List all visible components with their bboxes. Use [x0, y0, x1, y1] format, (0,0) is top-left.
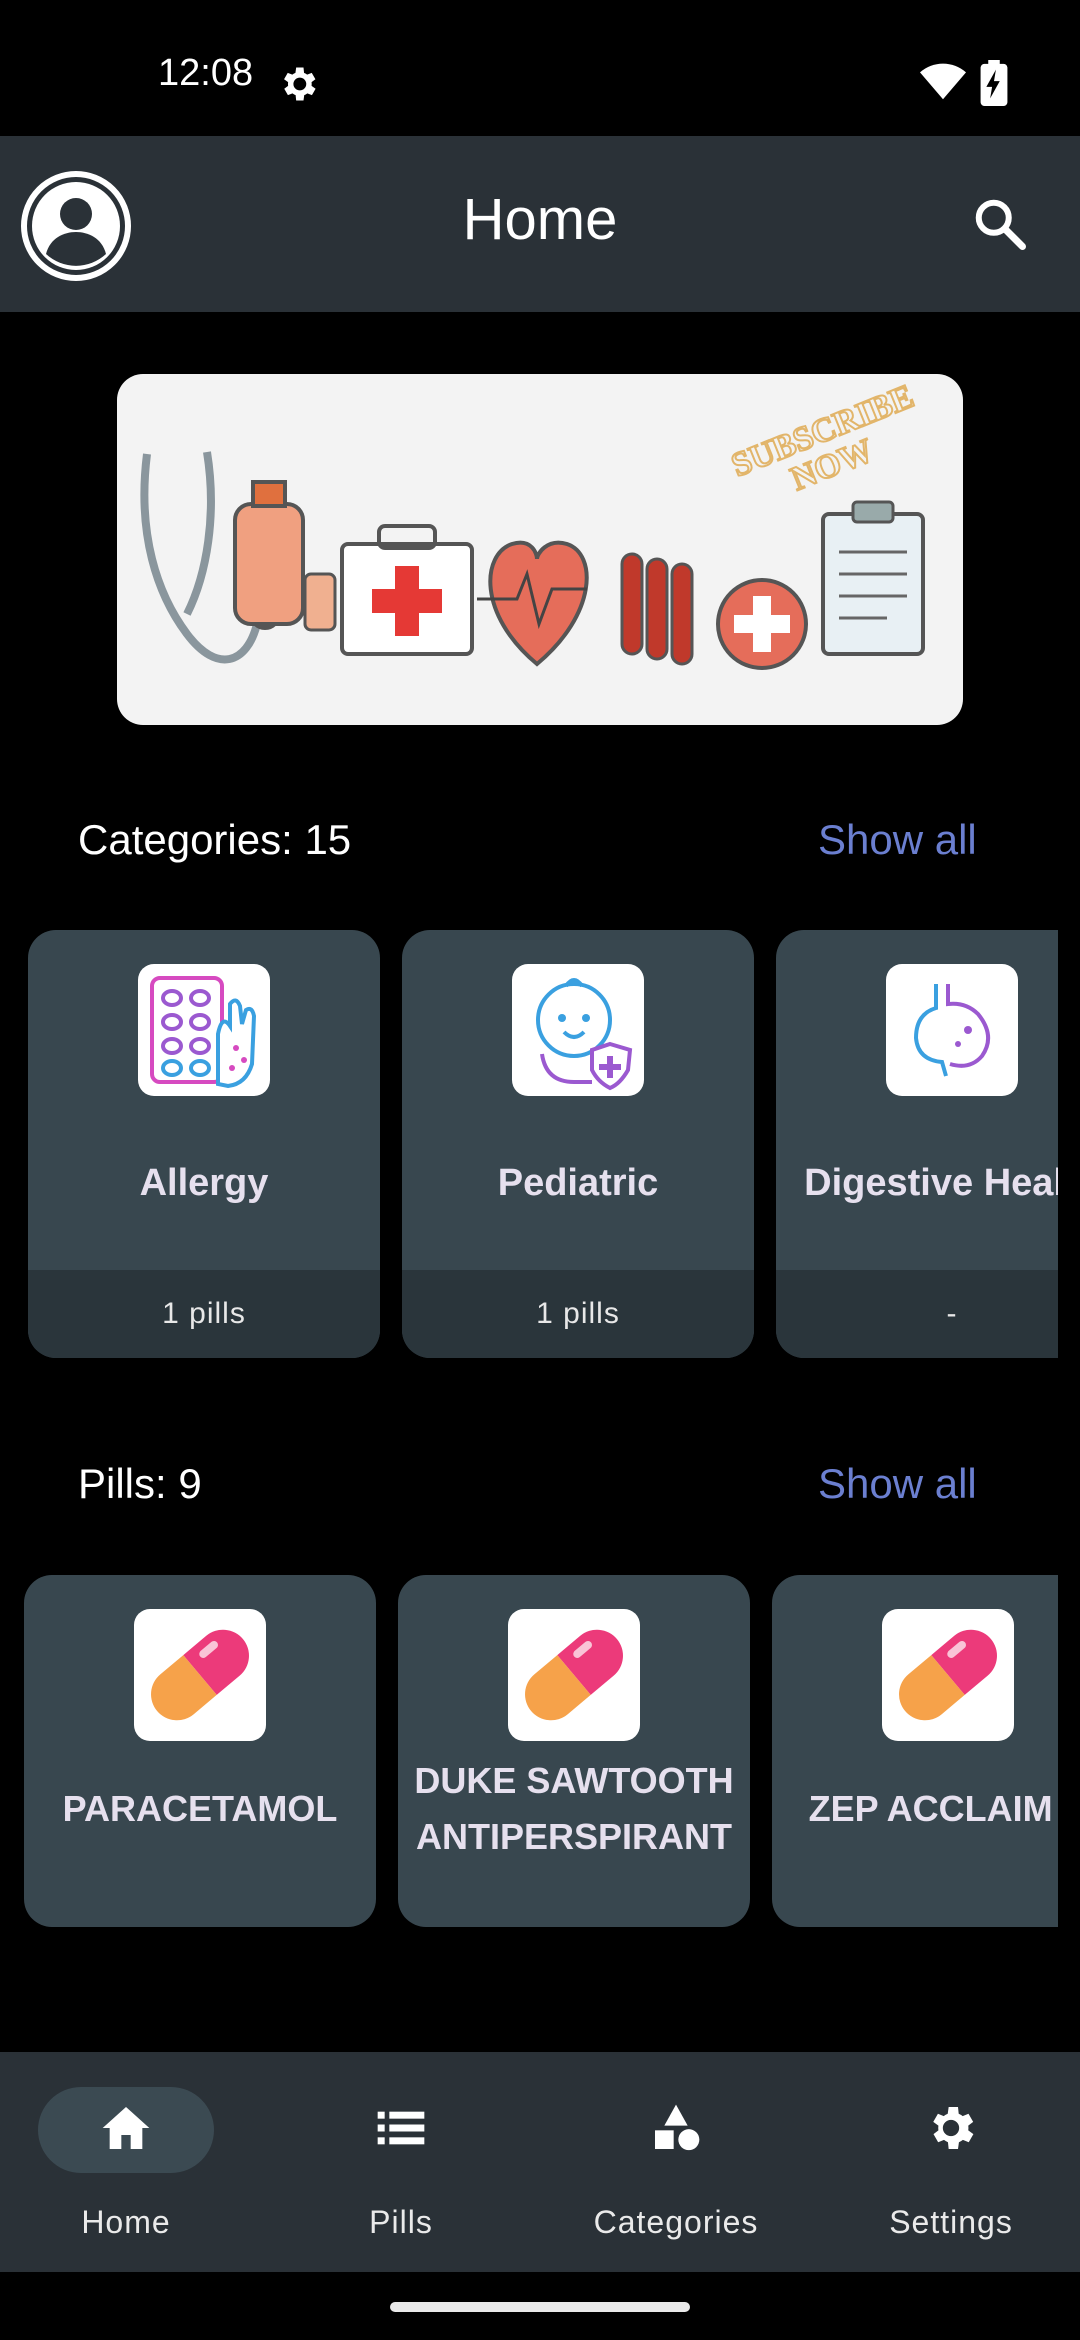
- pill-card-paracetamol[interactable]: PARACETAMOL: [24, 1575, 376, 1927]
- pill-card-clip: ZEP ACCLAIM A: [772, 1575, 1058, 1927]
- category-name: Allergy: [139, 1162, 269, 1204]
- nav-item-categories[interactable]: Categories: [541, 2052, 811, 2272]
- nav-item-pills[interactable]: Pills: [266, 2052, 536, 2272]
- category-name: Digestive Health: [804, 1162, 1058, 1204]
- gesture-handle[interactable]: [390, 2302, 690, 2312]
- search-icon[interactable]: [970, 194, 1030, 254]
- pill-name-line1: DUKE SAWTOOTH: [414, 1760, 734, 1801]
- nav-item-settings[interactable]: Settings: [816, 2052, 1080, 2272]
- categories-section-title: Categories: 15: [78, 816, 352, 863]
- pill-card-zep-acclaim[interactable]: ZEP ACCLAIM A: [772, 1575, 1058, 1927]
- category-card-pediatric[interactable]: Pediatric 1 pills: [402, 930, 754, 1358]
- nav-item-home[interactable]: Home: [0, 2052, 261, 2272]
- shapes-icon: [655, 2104, 700, 2151]
- gear-status-icon: [284, 67, 316, 101]
- list-icon: [377, 2111, 425, 2145]
- pill-name: ZEP ACCLAIM A: [808, 1788, 1058, 1829]
- pill-name-line2: ANTIPERSPIRANT: [415, 1816, 733, 1857]
- pill-name: PARACETAMOL: [62, 1788, 338, 1829]
- category-pill-count: -: [776, 1270, 1058, 1358]
- home-icon: [102, 2107, 150, 2149]
- pediatric-icon: [512, 964, 644, 1096]
- category-card-allergy[interactable]: Allergy 1 pills: [28, 930, 380, 1358]
- capsule-icon: [134, 1609, 266, 1741]
- promo-banner[interactable]: SUBSCRIBE NOW: [117, 374, 963, 725]
- pill-card-duke-sawtooth[interactable]: DUKE SAWTOOTH ANTIPERSPIRANT: [398, 1575, 750, 1927]
- digestive-icon: [886, 964, 1018, 1096]
- category-pill-count: 1 pills: [402, 1270, 754, 1358]
- capsule-icon: [882, 1609, 1014, 1741]
- wifi-icon: [920, 63, 966, 100]
- category-card-digestive-health[interactable]: Digestive Health -: [776, 930, 1058, 1358]
- category-name: Pediatric: [497, 1162, 659, 1204]
- nav-label-home: Home: [81, 2204, 171, 2240]
- battery-charging-icon: [980, 60, 1008, 106]
- medical-illustration-icon: SUBSCRIBE NOW: [140, 377, 925, 670]
- capsule-icon: [508, 1609, 640, 1741]
- category-pill-count: 1 pills: [28, 1270, 380, 1358]
- gear-icon: [933, 2107, 974, 2149]
- categories-show-all-link[interactable]: Show all: [818, 816, 977, 864]
- status-time: 12:08: [158, 52, 254, 94]
- category-card-clip: Digestive Health -: [776, 930, 1058, 1358]
- allergy-icon: [138, 964, 270, 1096]
- nav-label-categories: Categories: [593, 2204, 759, 2240]
- page-title: Home: [462, 187, 618, 252]
- pills-section-title: Pills: 9: [78, 1460, 202, 1507]
- pills-show-all-link[interactable]: Show all: [818, 1460, 977, 1508]
- nav-label-settings: Settings: [889, 2204, 1013, 2240]
- nav-label-pills: Pills: [369, 2204, 433, 2240]
